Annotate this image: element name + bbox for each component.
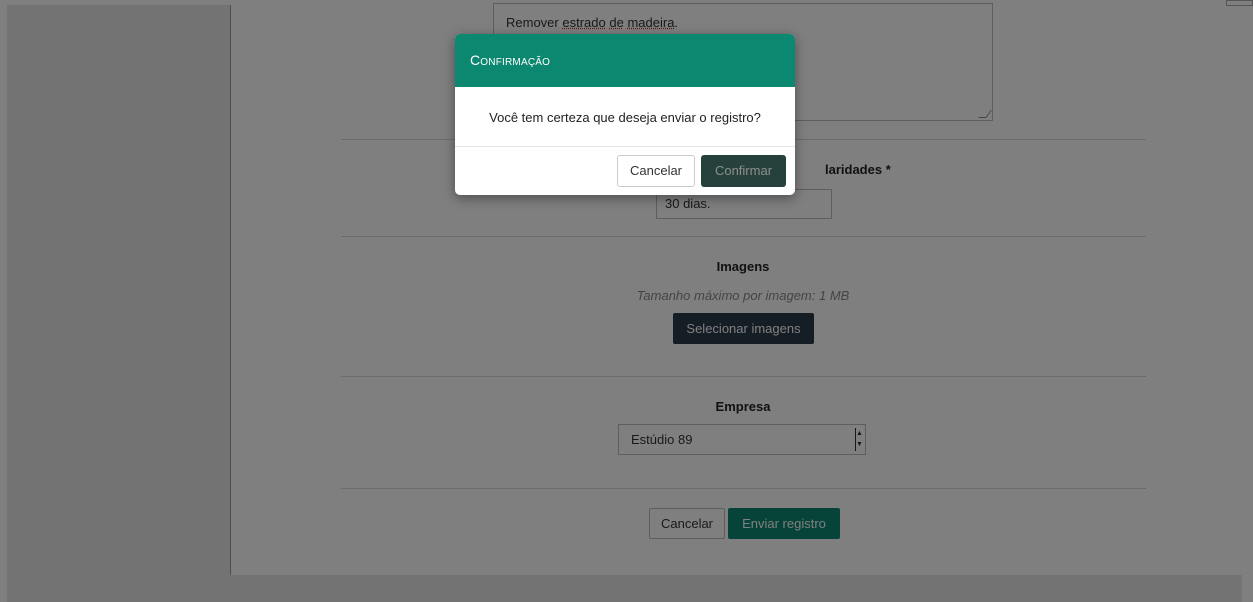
dialog-body: Você tem certeza que deseja enviar o reg…: [455, 87, 795, 147]
dialog-footer: Cancelar Confirmar: [455, 147, 795, 195]
dialog-cancel-button[interactable]: Cancelar: [617, 155, 695, 187]
dialog-confirm-button[interactable]: Confirmar: [701, 155, 786, 187]
dialog-header: Confirmação: [455, 34, 795, 87]
confirmation-dialog: Confirmação Você tem certeza que deseja …: [455, 34, 795, 195]
dialog-title: Confirmação: [470, 52, 551, 68]
dialog-message: Você tem certeza que deseja enviar o reg…: [489, 110, 761, 125]
